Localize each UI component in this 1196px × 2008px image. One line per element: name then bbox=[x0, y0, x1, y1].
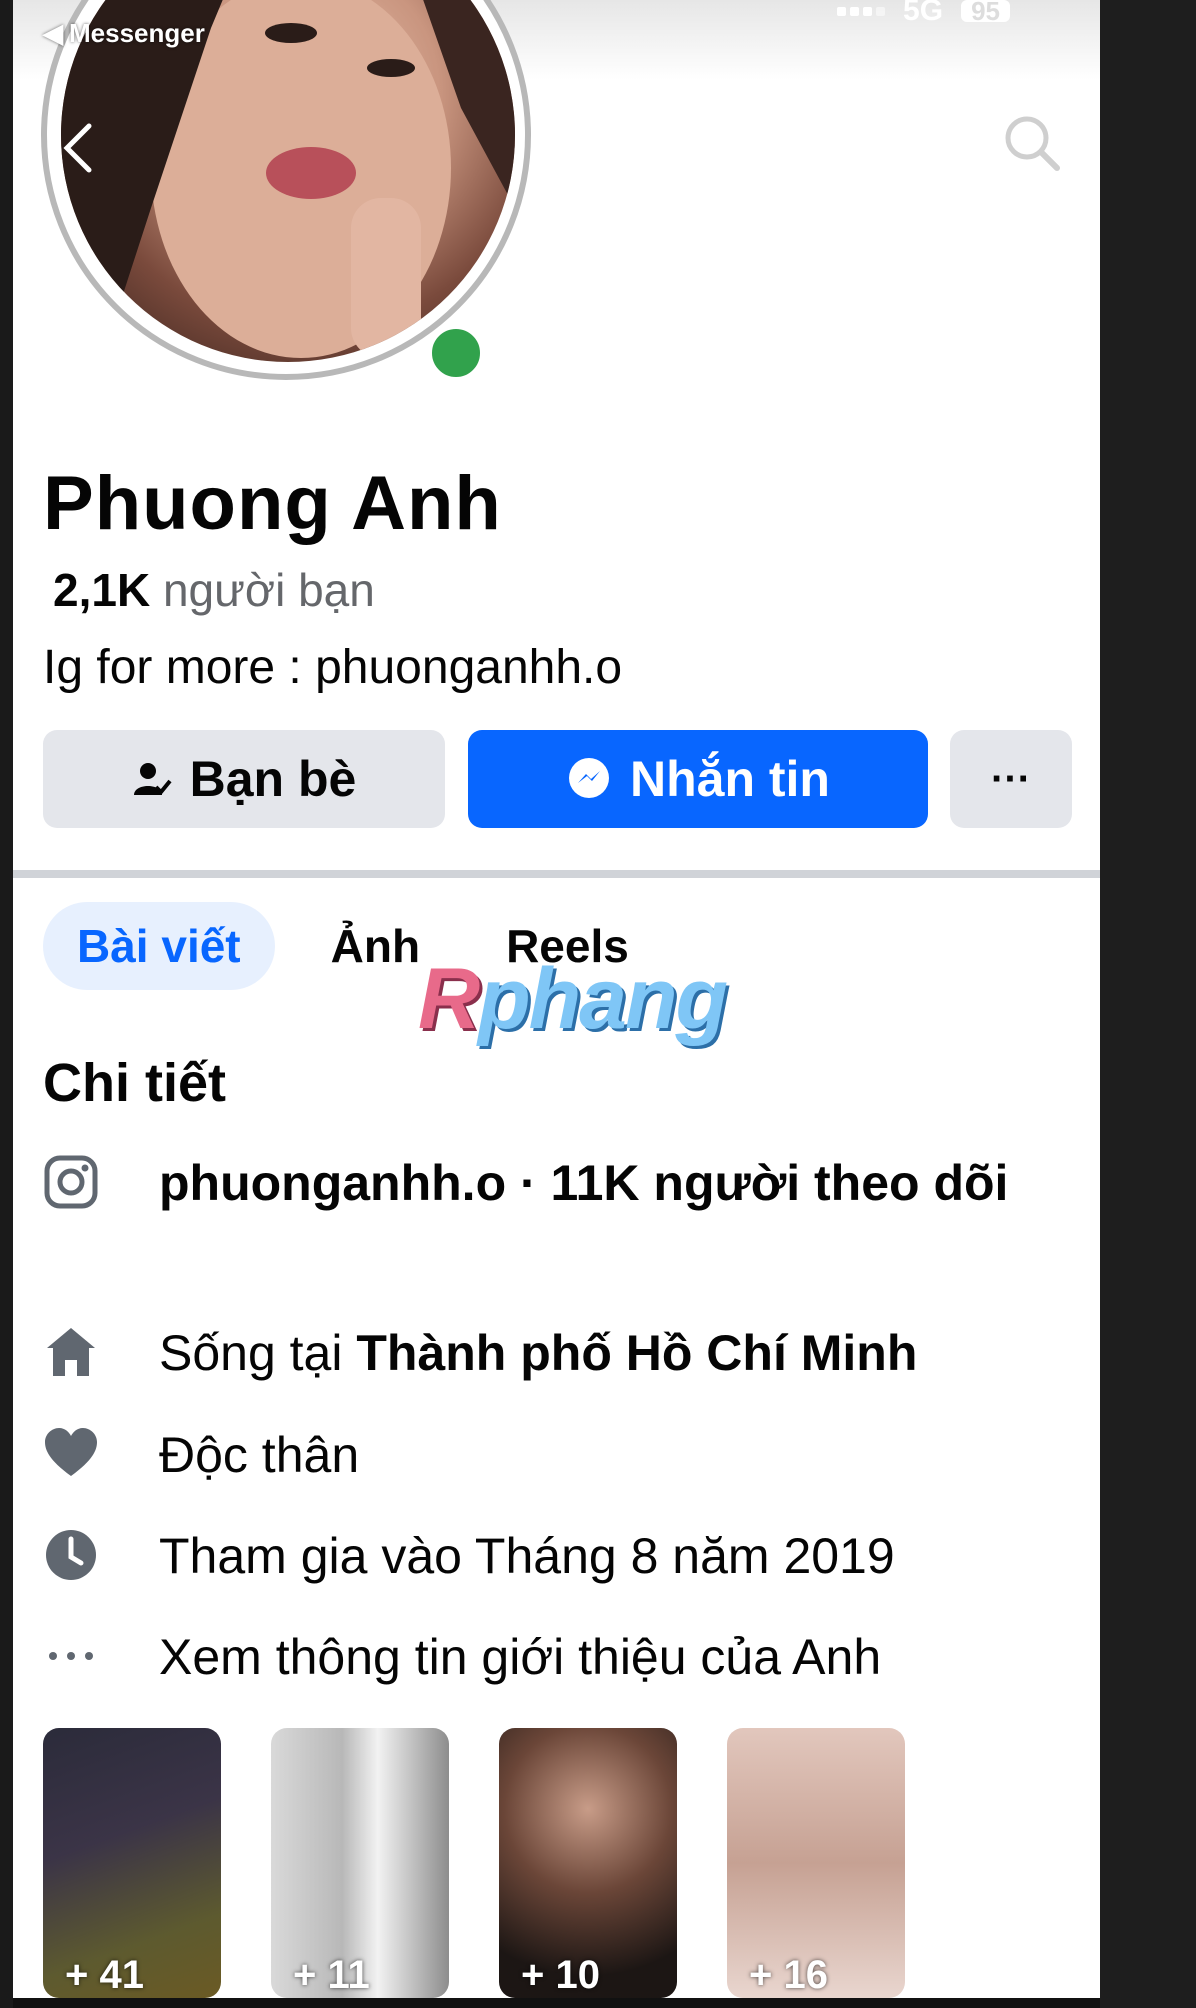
heart-icon bbox=[45, 1428, 97, 1476]
search-icon[interactable] bbox=[1001, 112, 1063, 174]
friends-button-label: Bạn bè bbox=[189, 751, 357, 807]
friends-count[interactable]: 2,1K người bạn bbox=[53, 563, 375, 617]
instagram-icon bbox=[44, 1155, 98, 1209]
detail-lives-in: Sống tại Thành phố Hồ Chí Minh bbox=[43, 1320, 1039, 1386]
bottom-edge bbox=[13, 1998, 1100, 2008]
battery-icon: 95 bbox=[961, 0, 1010, 24]
home-icon bbox=[47, 1328, 95, 1376]
album-count: + 10 bbox=[521, 1953, 600, 1997]
back-chevron-icon[interactable] bbox=[51, 118, 111, 178]
profile-name: Phuong Anh bbox=[43, 461, 502, 546]
relationship-text: Độc thân bbox=[159, 1427, 360, 1483]
see-about-text: Xem thông tin giới thiệu của Anh bbox=[159, 1629, 882, 1685]
photo-album-thumbnail[interactable]: + 10 bbox=[499, 1728, 677, 1998]
photo-album-thumbnail[interactable]: + 16 bbox=[727, 1728, 905, 1998]
friend-check-icon bbox=[133, 763, 172, 795]
album-count: + 11 bbox=[293, 1953, 370, 1997]
photo-album-thumbnail[interactable]: + 11 bbox=[271, 1728, 449, 1998]
more-dots-icon: ··· bbox=[991, 756, 1031, 801]
detail-instagram[interactable]: phuonganhh.o · 11K người theo dõi bbox=[43, 1150, 1039, 1216]
clock-icon bbox=[46, 1530, 96, 1580]
album-count: + 16 bbox=[749, 1953, 828, 1997]
left-edge bbox=[0, 0, 13, 2008]
detail-relationship: Độc thân bbox=[43, 1422, 1039, 1488]
watermark-rest: phang bbox=[478, 951, 728, 1047]
friends-count-label: người bạn bbox=[162, 564, 375, 616]
photo-album-thumbnail[interactable]: + 41 bbox=[43, 1728, 221, 1998]
right-edge bbox=[1100, 0, 1196, 2008]
status-bar: ◀ Messenger 5G 95 bbox=[13, 0, 1100, 70]
message-button-label: Nhắn tin bbox=[630, 751, 830, 807]
watermark-first-letter: R bbox=[418, 951, 480, 1047]
joined-text: Tham gia vào Tháng 8 năm 2019 bbox=[159, 1528, 895, 1584]
battery-level: 95 bbox=[971, 0, 1000, 26]
profile-screen: ◀ Messenger 5G 95 Phuong Anh 2,1K người … bbox=[13, 0, 1100, 2008]
network-label: 5G bbox=[903, 0, 944, 27]
message-button[interactable]: Nhắn tin bbox=[468, 730, 928, 828]
detail-joined: Tham gia vào Tháng 8 năm 2019 bbox=[43, 1523, 1039, 1589]
signal-icon bbox=[837, 6, 886, 16]
messenger-icon bbox=[569, 758, 609, 798]
more-dots-icon bbox=[49, 1652, 93, 1660]
section-divider bbox=[13, 870, 1100, 878]
friends-button[interactable]: Bạn bè bbox=[43, 730, 445, 828]
lives-prefix: Sống tại bbox=[159, 1325, 357, 1381]
status-indicators: 5G 95 bbox=[837, 0, 1010, 28]
detail-see-about[interactable]: Xem thông tin giới thiệu của Anh bbox=[43, 1624, 1039, 1690]
more-options-button[interactable]: ··· bbox=[950, 730, 1072, 828]
lives-city: Thành phố Hồ Chí Minh bbox=[356, 1325, 918, 1381]
watermark: Rphang bbox=[418, 950, 728, 1049]
album-count: + 41 bbox=[65, 1953, 144, 1997]
back-app-label: Messenger bbox=[69, 18, 205, 48]
triangle-left-icon: ◀ bbox=[43, 18, 63, 48]
online-status-dot bbox=[425, 322, 487, 384]
profile-bio: Ig for more : phuonganhh.o bbox=[43, 641, 623, 694]
details-title: Chi tiết bbox=[43, 1053, 226, 1113]
friends-count-value: 2,1K bbox=[53, 564, 151, 616]
return-to-messenger[interactable]: ◀ Messenger bbox=[43, 18, 205, 49]
tab-posts[interactable]: Bài viết bbox=[43, 902, 275, 990]
photo-albums: + 41 + 11 + 10 + 16 bbox=[43, 1728, 905, 1998]
instagram-text: phuonganhh.o · 11K người theo dõi bbox=[159, 1155, 1009, 1211]
